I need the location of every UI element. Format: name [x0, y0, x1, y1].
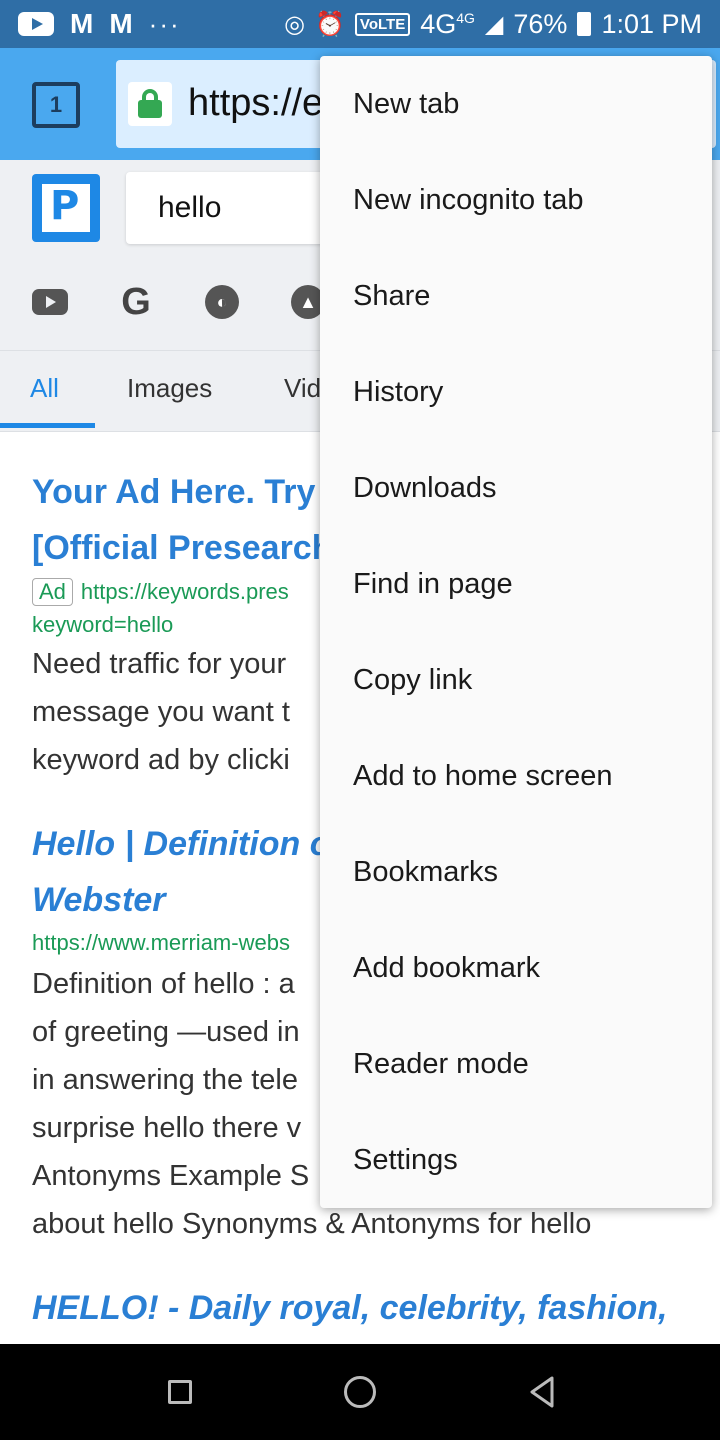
- battery-icon: [577, 12, 592, 36]
- gmail-outline-icon: M: [109, 8, 133, 39]
- more-notifications-icon: ···: [148, 8, 181, 39]
- result-url[interactable]: Ad https://keywords.pres: [32, 578, 289, 606]
- battery-percent: 76%: [513, 8, 568, 39]
- duckduckgo-icon[interactable]: ◐: [204, 284, 240, 320]
- result-url[interactable]: keyword=hello: [32, 612, 173, 638]
- menu-item-copy-link[interactable]: Copy link: [320, 632, 712, 728]
- menu-item-find-in-page[interactable]: Find in page: [320, 536, 712, 632]
- gmail-icon: M: [70, 8, 94, 39]
- tab-all[interactable]: All: [30, 373, 59, 404]
- home-icon[interactable]: [344, 1376, 376, 1408]
- menu-item-share[interactable]: Share: [320, 248, 712, 344]
- status-bar: M M ··· ◎ ⏰ VoLTE 4G4G ◢ 76% 1:01 PM: [0, 0, 720, 48]
- result-title[interactable]: Webster: [32, 872, 166, 928]
- hotspot-icon: ◎: [284, 10, 306, 38]
- alarm-icon: ⏰: [315, 10, 345, 38]
- network-type-super: 4G: [456, 9, 475, 26]
- result-snippet: Need traffic for your: [32, 648, 287, 680]
- url-text: https://e: [188, 82, 324, 124]
- network-type: 4G4G: [420, 8, 475, 39]
- active-tab-indicator: [0, 423, 95, 428]
- menu-item-history[interactable]: History: [320, 344, 712, 440]
- menu-item-add-bookmark[interactable]: Add bookmark: [320, 920, 712, 1016]
- result-title[interactable]: Your Ad Here. Try: [32, 464, 315, 520]
- tab-videos[interactable]: Vid: [284, 373, 321, 404]
- result-snippet: Antonyms Example S: [32, 1160, 310, 1192]
- result-url-text: https://keywords.pres: [80, 579, 289, 604]
- tab-images[interactable]: Images: [127, 373, 212, 404]
- system-icons: ◎ ⏰ VoLTE 4G4G ◢ 76% 1:01 PM: [284, 8, 702, 40]
- result-snippet: surprise hello there v: [32, 1112, 302, 1144]
- presearch-logo[interactable]: P: [32, 174, 100, 242]
- back-icon[interactable]: [524, 1374, 560, 1410]
- signal-icon: ◢: [484, 10, 504, 38]
- result-title[interactable]: Hello | Definition o: [32, 816, 331, 872]
- menu-item-new-tab[interactable]: New tab: [320, 56, 712, 152]
- result-snippet: message you want t: [32, 696, 290, 728]
- menu-item-downloads[interactable]: Downloads: [320, 440, 712, 536]
- menu-item-bookmarks[interactable]: Bookmarks: [320, 824, 712, 920]
- menu-item-settings[interactable]: Settings: [320, 1112, 712, 1208]
- result-snippet: Definition of hello : a: [32, 968, 295, 1000]
- lock-icon[interactable]: [128, 82, 172, 126]
- result-url[interactable]: https://www.merriam-webs: [32, 930, 290, 956]
- result-title[interactable]: [Official Presearch: [32, 520, 332, 576]
- ad-badge: Ad: [32, 578, 73, 606]
- search-engine-row: G ◐ ▲: [32, 281, 326, 323]
- result-snippet: of greeting —used in: [32, 1016, 300, 1048]
- result-snippet: in answering the tele: [32, 1064, 298, 1096]
- overflow-menu: New tab New incognito tab Share History …: [320, 56, 712, 1208]
- result-title[interactable]: HELLO! - Daily royal, celebrity, fashion…: [32, 1280, 667, 1336]
- notification-icons: M M ···: [18, 8, 181, 40]
- menu-item-new-incognito-tab[interactable]: New incognito tab: [320, 152, 712, 248]
- menu-item-reader-mode[interactable]: Reader mode: [320, 1016, 712, 1112]
- youtube-icon: [18, 12, 54, 36]
- result-snippet: keyword ad by clicki: [32, 744, 290, 776]
- volte-badge: VoLTE: [354, 12, 411, 36]
- clock: 1:01 PM: [601, 8, 702, 39]
- google-icon[interactable]: G: [118, 281, 154, 323]
- recents-icon[interactable]: [168, 1380, 192, 1404]
- menu-item-add-to-home-screen[interactable]: Add to home screen: [320, 728, 712, 824]
- youtube-icon[interactable]: [32, 284, 68, 320]
- tab-switcher-button[interactable]: 1: [32, 82, 80, 128]
- system-nav-bar: [0, 1344, 720, 1440]
